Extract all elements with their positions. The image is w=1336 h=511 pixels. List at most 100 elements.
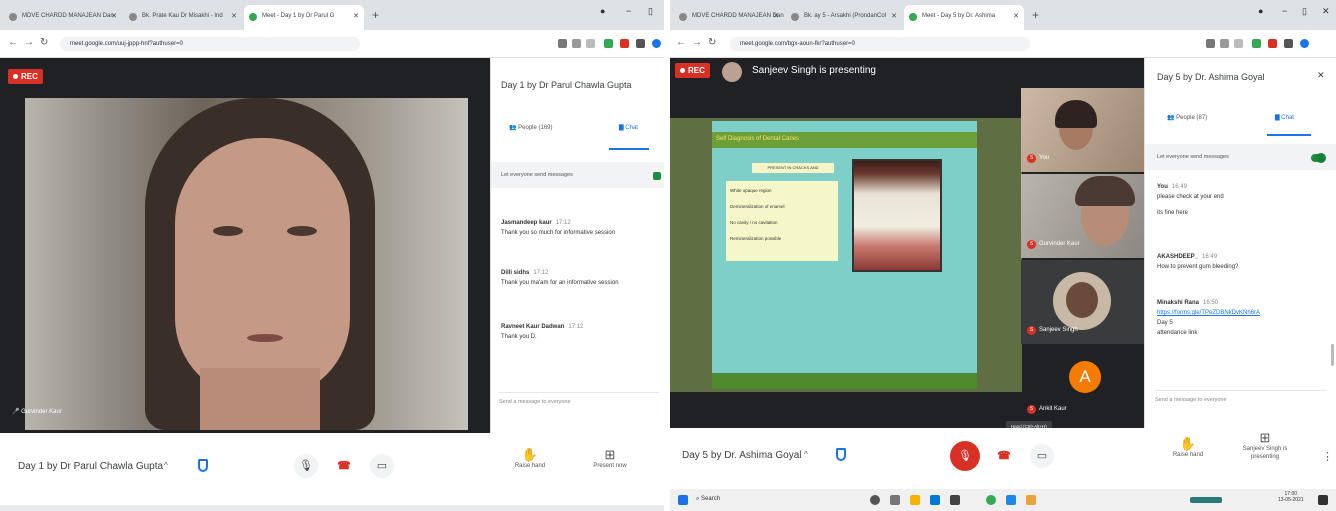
tab-chat[interactable]: ▇ Chat xyxy=(619,124,638,131)
tab-chat[interactable]: ▇ Chat xyxy=(1275,114,1294,121)
mic-button[interactable]: 🎙 xyxy=(294,454,318,478)
back-icon[interactable]: ← xyxy=(676,37,686,48)
chevron-up-icon[interactable]: ^ xyxy=(164,461,168,470)
speaker-video xyxy=(25,98,468,430)
raise-hand-button[interactable]: ✋ Raise hand xyxy=(510,448,550,470)
leave-call-button[interactable]: ☎ xyxy=(992,444,1016,468)
close-icon[interactable]: ✕ xyxy=(1013,12,1019,20)
app-icon[interactable] xyxy=(1026,495,1036,505)
word-icon[interactable] xyxy=(1006,495,1016,505)
maximize-icon[interactable]: ▯ xyxy=(1302,6,1307,17)
participant-tile[interactable]: S Gurvinder Kaur xyxy=(1021,174,1144,258)
lock-icon[interactable] xyxy=(950,495,960,505)
close-icon[interactable]: ✕ xyxy=(773,12,779,20)
scrollbar[interactable] xyxy=(0,505,664,511)
msg-author: Dilli sidhs xyxy=(501,270,530,276)
msg-text: Thank you so much for informative sessio… xyxy=(501,230,616,236)
puzzle-icon[interactable] xyxy=(1284,39,1293,48)
forward-icon[interactable]: → xyxy=(24,37,34,48)
mic-off-button[interactable]: 🎙 xyxy=(950,441,980,471)
raise-hand-label: Raise hand xyxy=(514,463,546,469)
extension-icon[interactable] xyxy=(1268,39,1277,48)
extension-icon[interactable] xyxy=(620,39,629,48)
scrollbar[interactable] xyxy=(1331,344,1334,366)
store-icon[interactable] xyxy=(930,495,940,505)
leave-call-button[interactable]: ☎ xyxy=(332,454,356,478)
star-icon[interactable] xyxy=(1234,39,1243,48)
chrome-icon[interactable] xyxy=(986,495,996,505)
address-bar: ← → ↻ meet.google.com/uuj-jppp-hnf?authu… xyxy=(0,30,664,58)
shield-icon[interactable] xyxy=(198,459,208,472)
extension-icon[interactable] xyxy=(558,39,567,48)
extension-icon[interactable] xyxy=(604,39,613,48)
participant-tile[interactable]: S Sanjeev Singh xyxy=(1021,260,1144,344)
extension-icon[interactable] xyxy=(1252,39,1261,48)
widgets-icon[interactable] xyxy=(890,495,900,505)
maximize-icon[interactable]: ▯ xyxy=(648,6,653,17)
extension-icon[interactable] xyxy=(1206,39,1215,48)
url-field[interactable]: meet.google.com/uuj-jppp-hnf?authuser=0 xyxy=(60,37,360,51)
avatar[interactable] xyxy=(652,39,661,48)
avatar[interactable] xyxy=(1300,39,1309,48)
close-icon[interactable]: ✕ xyxy=(111,12,117,20)
zoom-icon[interactable] xyxy=(1220,39,1229,48)
raise-hand-button[interactable]: ✋ Raise hand xyxy=(1168,437,1208,459)
reload-icon[interactable]: ↻ xyxy=(708,37,716,48)
browser-tab[interactable]: MDVE CHARDD MANAJEAN Dan ✕ xyxy=(674,5,784,30)
task-view-icon[interactable] xyxy=(870,495,880,505)
meeting-title[interactable]: Day 1 by Dr Parul Chawla Gupta xyxy=(18,461,163,472)
meet-favicon-icon xyxy=(909,13,917,21)
profile-icon[interactable]: ● xyxy=(1258,6,1263,16)
chevron-up-icon[interactable]: ^ xyxy=(804,450,808,459)
minimize-icon[interactable]: − xyxy=(1282,6,1287,16)
chat-input[interactable]: Send a message to everyone xyxy=(499,392,659,405)
browser-tab[interactable]: MDVE CHARDD MANAJEAN Dan ✕ xyxy=(4,5,122,30)
browser-tab-active[interactable]: Meet - Day 1 by Dr Parul G ✕ xyxy=(244,5,364,30)
participant-tile[interactable]: S You xyxy=(1021,88,1144,172)
close-icon[interactable]: ✕ xyxy=(353,12,359,20)
system-tray-icons[interactable] xyxy=(1190,497,1222,503)
url-field[interactable]: meet.google.com/bgx-aoun-fkr?authuser=0 xyxy=(730,37,1030,51)
camera-button[interactable]: ▭ xyxy=(370,454,394,478)
close-window-icon[interactable]: ✕ xyxy=(1322,6,1330,17)
close-icon[interactable]: ✕ xyxy=(231,12,237,20)
close-icon[interactable]: ✕ xyxy=(1317,70,1325,81)
file-explorer-icon[interactable] xyxy=(910,495,920,505)
back-icon[interactable]: ← xyxy=(8,37,18,48)
favicon-icon xyxy=(679,13,687,21)
shield-icon[interactable] xyxy=(836,448,846,461)
close-icon[interactable]: ✕ xyxy=(891,12,897,20)
minimize-icon[interactable]: − xyxy=(626,6,631,16)
notifications-icon[interactable] xyxy=(1318,495,1328,505)
toggle-icon[interactable] xyxy=(653,172,661,180)
browser-tab-active[interactable]: Meet - Day 5 by Dr. Ashima ✕ xyxy=(904,5,1024,30)
profile-icon[interactable]: ● xyxy=(600,6,605,16)
new-tab-icon[interactable]: + xyxy=(372,8,379,22)
tile-label: Sanjeev Singh xyxy=(1039,327,1078,333)
puzzle-icon[interactable] xyxy=(636,39,645,48)
tab-people[interactable]: 👥 People (87) xyxy=(1167,114,1207,121)
taskbar-search[interactable]: ⌕ Search xyxy=(696,496,720,503)
favicon-icon xyxy=(129,13,137,21)
msg-link[interactable]: https://forms.gle/TPeZDBNkDvKNh6rA xyxy=(1157,310,1260,316)
presenting-button[interactable]: ⊞ Sanjeev Singh is presenting xyxy=(1242,431,1288,461)
tile-label: You xyxy=(1039,155,1050,161)
meeting-title[interactable]: Day 5 by Dr. Ashima Goyal xyxy=(682,450,802,461)
taskbar-clock[interactable]: 17:00 13-05-2021 xyxy=(1278,491,1304,503)
zoom-icon[interactable] xyxy=(572,39,581,48)
toggle-switch[interactable] xyxy=(1311,153,1326,163)
tab-label: Bk. ay 5 - Arsakhi (ProndanCol xyxy=(804,13,887,19)
present-now-button[interactable]: ⊞ Present now xyxy=(586,448,634,470)
browser-tab[interactable]: Bk. ay 5 - Arsakhi (ProndanCol ✕ xyxy=(786,5,902,30)
tab-people[interactable]: 👥 People (169) xyxy=(509,124,553,131)
new-tab-icon[interactable]: + xyxy=(1032,8,1039,22)
more-options-icon[interactable]: ⋮ xyxy=(1322,450,1333,463)
camera-button[interactable]: ▭ xyxy=(1030,444,1054,468)
reload-icon[interactable]: ↻ xyxy=(40,37,48,48)
tile-name: S You xyxy=(1027,154,1049,163)
forward-icon[interactable]: → xyxy=(692,37,702,48)
chat-input[interactable]: Send a message to everyone xyxy=(1155,390,1327,403)
star-icon[interactable] xyxy=(586,39,595,48)
browser-tab[interactable]: Bk. Prate Kau Dr Misakhi - Ind ✕ xyxy=(124,5,242,30)
windows-start-icon[interactable] xyxy=(678,495,688,505)
